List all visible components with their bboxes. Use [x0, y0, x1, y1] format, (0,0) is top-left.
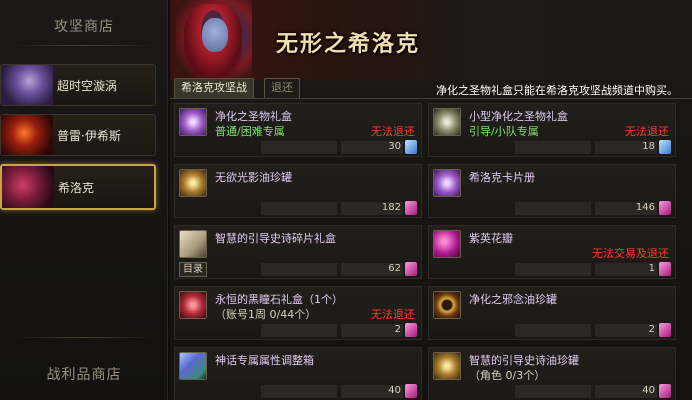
crystal-currency-icon: [659, 140, 671, 154]
shop-item[interactable]: 永恒的黑瞳石礼盒（1个） （账号1周 0/44个） 无法退还 2: [174, 286, 422, 340]
siroco-portrait-icon: [176, 0, 252, 80]
petal-currency-icon: [405, 201, 417, 215]
sidebar-item-label: 超时空漩涡: [57, 78, 118, 93]
petal-currency-icon: [659, 201, 671, 215]
shop-item[interactable]: 净化之邪念油珍罐 2: [428, 286, 676, 340]
shop-item[interactable]: 净化之圣物礼盒 普通/困难专属 无法退还 30: [174, 103, 422, 157]
item-name: 净化之圣物礼盒: [215, 110, 292, 123]
item-price: 30: [388, 141, 401, 152]
divider: [170, 98, 692, 99]
siroco-portrait-icon: [2, 166, 54, 208]
item-warning: 无法退还: [371, 125, 415, 138]
black-pupil-stone-box-icon: [179, 291, 207, 319]
item-price: 62: [388, 263, 401, 274]
item-name: 智慧的引导史诗油珍罐: [469, 354, 579, 367]
item-price: 2: [648, 324, 655, 335]
item-warning: 无法退还: [625, 125, 669, 138]
item-warning: 无法退还: [371, 308, 415, 321]
item-name: 小型净化之圣物礼盒: [469, 110, 568, 123]
oil-jar-icon: [433, 291, 461, 319]
petal-currency-icon: [659, 323, 671, 337]
prey-isis-portrait-icon: [1, 115, 53, 155]
shop-item[interactable]: 希洛克卡片册 146: [428, 164, 676, 218]
oil-jar-icon: [179, 169, 207, 197]
card-album-icon: [433, 169, 461, 197]
item-limit: （角色 0/3个）: [469, 369, 546, 382]
shop-item[interactable]: 智慧的引导史诗碎片礼盒 目录 62: [174, 225, 422, 279]
tab-siroco-raid[interactable]: 希洛克攻坚战: [174, 78, 254, 98]
crystal-currency-icon: [405, 140, 417, 154]
item-price: 182: [381, 202, 401, 213]
item-restriction: 引导/小队专属: [469, 125, 539, 138]
item-name: 净化之邪念油珍罐: [469, 293, 557, 306]
sidebar-item-prey-isis[interactable]: 普雷·伊希斯: [0, 114, 156, 156]
time-vortex-portrait-icon: [1, 65, 53, 105]
banner: 无形之希洛克: [170, 0, 692, 80]
page-title: 无形之希洛克: [276, 31, 421, 57]
petal-icon: [433, 230, 461, 258]
catalog-button[interactable]: 目录: [179, 262, 207, 277]
raid-shop-title: 攻坚商店: [54, 19, 114, 35]
shop-item[interactable]: 神话专属属性调整箱 40: [174, 347, 422, 400]
relic-box-icon: [179, 108, 207, 136]
divider: [14, 45, 154, 46]
sidebar-item-siroco[interactable]: 希洛克: [0, 164, 156, 210]
item-price: 1: [648, 263, 655, 274]
item-name: 希洛克卡片册: [469, 171, 535, 184]
petal-currency-icon: [405, 262, 417, 276]
item-name: 智慧的引导史诗碎片礼盒: [215, 232, 336, 245]
sidebar: 攻坚商店 超时空漩涡 普雷·伊希斯 希洛克 战利品商店: [0, 0, 168, 400]
item-price: 40: [388, 385, 401, 396]
oil-jar-icon: [433, 352, 461, 380]
attribute-box-icon: [179, 352, 207, 380]
item-name: 永恒的黑瞳石礼盒（1个）: [215, 293, 343, 306]
item-name: 无欲光影油珍罐: [215, 171, 292, 184]
shop-item[interactable]: 无欲光影油珍罐 182: [174, 164, 422, 218]
item-name: 紫英花瓣: [469, 232, 513, 245]
sidebar-item-label: 希洛克: [58, 180, 95, 195]
divider: [14, 337, 154, 338]
item-warning: 无法交易及退还: [592, 247, 669, 260]
item-price: 2: [394, 324, 401, 335]
item-price: 18: [642, 141, 655, 152]
petal-currency-icon: [405, 384, 417, 398]
epic-shard-box-icon: [179, 230, 207, 258]
sidebar-item-label: 普雷·伊希斯: [57, 128, 121, 143]
purchase-notice: 净化之圣物礼盒只能在希洛克攻坚战频道中购买。: [436, 84, 678, 97]
petal-currency-icon: [405, 323, 417, 337]
petal-currency-icon: [659, 262, 671, 276]
shop-item[interactable]: 紫英花瓣 无法交易及退还 1: [428, 225, 676, 279]
tab-refund[interactable]: 退还: [264, 78, 300, 98]
shop-item[interactable]: 智慧的引导史诗油珍罐 （角色 0/3个） 40: [428, 347, 676, 400]
sidebar-item-time-vortex[interactable]: 超时空漩涡: [0, 64, 156, 106]
shop-item[interactable]: 小型净化之圣物礼盒 引导/小队专属 无法退还 18: [428, 103, 676, 157]
item-price: 146: [635, 202, 655, 213]
item-restriction: 普通/困难专属: [215, 125, 285, 138]
item-name: 神话专属属性调整箱: [215, 354, 314, 367]
petal-currency-icon: [659, 384, 671, 398]
item-price: 40: [642, 385, 655, 396]
item-limit: （账号1周 0/44个）: [215, 308, 317, 321]
shop-panel: 无形之希洛克 希洛克攻坚战 退还 净化之圣物礼盒只能在希洛克攻坚战频道中购买。 …: [170, 0, 692, 400]
small-relic-box-icon: [433, 108, 461, 136]
loot-shop-title[interactable]: 战利品商店: [0, 364, 168, 384]
